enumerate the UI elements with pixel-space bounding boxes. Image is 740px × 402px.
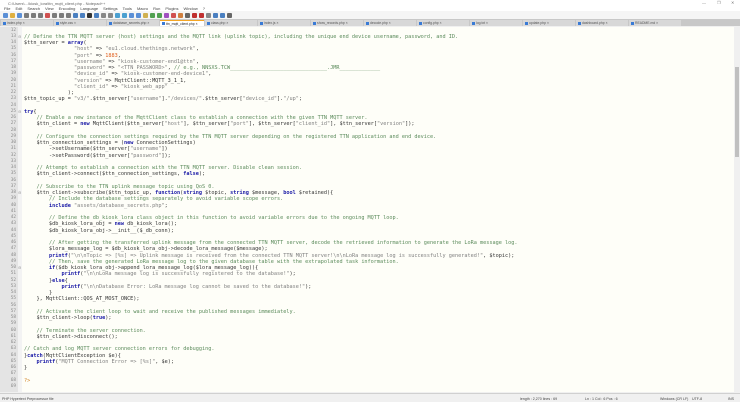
file-icon [56,21,59,25]
file-icon [578,21,581,25]
file-icon [207,21,210,25]
toolbar-button-15[interactable] [108,12,113,18]
tab-update-php[interactable]: update.php × [523,20,575,26]
file-icon [3,21,6,25]
toolbar-button-14[interactable] [101,12,106,18]
file-icon [472,21,475,25]
close-tab-icon[interactable]: × [389,21,391,25]
tab-README-md[interactable]: README.md × [629,20,681,26]
toolbar-button-5[interactable] [38,12,43,18]
close-tab-icon[interactable]: × [486,21,488,25]
code-lines: 12 13 ⊟// Define the TTN MQTT server (host… [0,28,734,391]
close-tab-icon[interactable]: × [606,21,608,25]
toolbar-button-24[interactable] [171,12,176,18]
minimize-button[interactable]: — [702,0,706,5]
close-tab-icon[interactable]: × [656,21,658,25]
toolbar-button-32[interactable] [227,12,232,18]
file-icon [525,21,528,25]
toolbar-button-3[interactable] [24,12,29,18]
toolbar-button-20[interactable] [143,12,148,18]
toolbar-button-2[interactable] [17,12,22,18]
toolbar-button-27[interactable] [192,12,197,18]
toolbar-button-17[interactable] [122,12,127,18]
vertical-scrollbar[interactable] [734,27,740,392]
tab-index-php[interactable]: index.php × [1,20,53,26]
code-line[interactable]: 69 [0,384,734,390]
toolbar-button-13[interactable] [94,12,99,18]
eol-format: Windows (CR LF) [660,396,689,401]
tab-log-txt[interactable]: log.txt × [470,20,522,26]
close-tab-icon[interactable]: × [277,21,279,25]
close-tab-icon[interactable]: × [23,21,25,25]
tab-style-css[interactable]: style.css × [54,20,106,26]
tab-database_secrets-php[interactable]: database_secrets.php × [107,20,159,26]
tab-ttn_mqtt_client-php[interactable]: ttn_mqtt_client.php × [160,20,204,26]
close-button[interactable]: ✕ [731,0,734,5]
toolbar-button-9[interactable] [66,12,71,18]
file-icon [313,21,316,25]
toolbar-button-29[interactable] [206,12,211,18]
toolbar-button-4[interactable] [31,12,36,18]
toolbar-button-0[interactable] [3,12,8,18]
close-tab-icon[interactable]: × [74,21,76,25]
tab-config-php[interactable]: config.php × [417,20,469,26]
scrollbar-thumb[interactable] [735,67,739,157]
tab-show_records-php[interactable]: show_records.php × [311,20,363,26]
close-tab-icon[interactable]: × [196,22,198,26]
length-lines: length : 2,270 lines : 69 [520,396,558,401]
toolbar-button-23[interactable] [164,12,169,18]
tab-class-php[interactable]: class.php × [205,20,257,26]
toolbar-button-8[interactable] [59,12,64,18]
file-icon [419,21,422,25]
toolbar-button-7[interactable] [52,12,57,18]
close-tab-icon[interactable]: × [346,21,348,25]
toolbar-button-30[interactable] [213,12,218,18]
close-tab-icon[interactable]: × [147,21,149,25]
close-tab-icon[interactable]: × [547,21,549,25]
close-tab-icon[interactable]: × [226,21,228,25]
file-icon [366,21,369,25]
encoding: UTF-8 [692,396,703,401]
line-number: 69 [10,383,16,389]
toolbar-button-22[interactable] [157,12,162,18]
insert-mode: INS [728,396,734,401]
toolbar-button-18[interactable] [129,12,134,18]
tab-index-js[interactable]: index.js × [258,20,310,26]
toolbar-button-16[interactable] [115,12,120,18]
toolbar-button-19[interactable] [136,12,141,18]
tab-bar: index.php × style.css × database_secrets.php… [0,19,740,26]
file-icon [631,21,634,25]
close-tab-icon[interactable]: × [440,21,442,25]
file-icon [109,21,112,25]
tab-dashboard-php[interactable]: dashboard.php × [576,20,628,26]
file-type: PHP Hypertext Preprocessor file [2,396,54,401]
maximize-button[interactable]: ❐ [717,0,721,5]
toolbar-button-6[interactable] [45,12,50,18]
toolbar-button-28[interactable] [199,12,204,18]
window-title: C:\Users\...\kiosk_lora\ttn_mqtt_client.… [8,0,106,6]
toolbar-button-10[interactable] [73,12,78,18]
cursor-position: Ln : 1 Col : 6 Pos : 6 [585,396,618,401]
toolbar-button-31[interactable] [220,12,225,18]
toolbar-button-1[interactable] [10,12,15,18]
code-editor[interactable]: 12 13 ⊟// Define the TTN MQTT server (host… [0,27,734,392]
toolbar-button-26[interactable] [185,12,190,18]
toolbar-button-12[interactable] [87,12,92,18]
toolbar-button-25[interactable] [178,12,183,18]
file-icon [260,21,263,25]
toolbar-button-21[interactable] [150,12,155,18]
status-bar: PHP Hypertext Preprocessor file length :… [0,393,740,402]
toolbar [0,11,740,19]
tab-decode-php[interactable]: decode.php × [364,20,416,26]
file-icon [162,22,165,25]
toolbar-button-11[interactable] [80,12,85,18]
